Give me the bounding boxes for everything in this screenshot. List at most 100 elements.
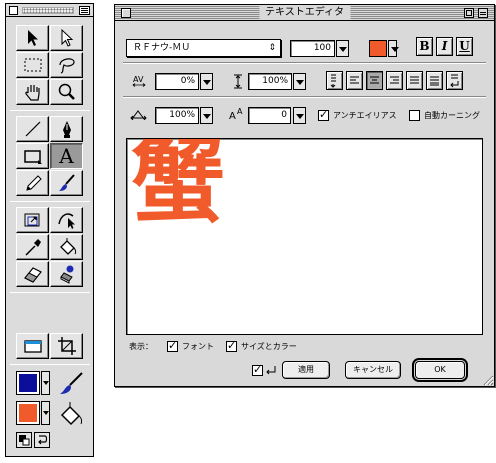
baseline-shift-icon: AA	[229, 107, 243, 121]
canvas-size-tool[interactable]	[16, 333, 49, 359]
close-box[interactable]	[121, 8, 131, 18]
tracking-field[interactable]: 0%	[155, 73, 199, 90]
text-color-swatch[interactable]	[369, 40, 387, 57]
text-tool[interactable]: A	[50, 143, 83, 169]
paint-bucket-icon	[60, 402, 83, 426]
stamp-tool[interactable]	[50, 261, 83, 287]
ok-button[interactable]: OK	[415, 361, 465, 379]
fill-color-dropdown[interactable]	[41, 371, 50, 395]
tracking-icon: AV	[132, 75, 146, 87]
auto-kerning-checkbox[interactable]	[409, 110, 420, 121]
leading-icon	[234, 74, 242, 89]
default-colors-button[interactable]	[16, 432, 32, 448]
toolbox-close-box[interactable]	[9, 6, 18, 15]
reshape-icon	[57, 213, 75, 229]
scale-field[interactable]: 100%	[155, 107, 199, 124]
vertical-text-button[interactable]	[326, 71, 343, 90]
toolbox-divider	[10, 292, 90, 293]
pencil-icon	[25, 175, 42, 191]
antialias-checkbox[interactable]	[318, 108, 329, 121]
svg-text:A: A	[237, 107, 243, 116]
rectangle-tool[interactable]	[16, 143, 49, 169]
eyedropper-icon	[24, 239, 41, 256]
eraser-tool[interactable]	[16, 261, 49, 287]
selection-arrow-icon	[27, 30, 38, 46]
direct-select-tool[interactable]	[50, 25, 83, 51]
stroke-color-dropdown[interactable]	[41, 401, 50, 425]
fill-color-swatch[interactable]	[16, 371, 40, 395]
justify-all-button[interactable]	[426, 71, 443, 90]
font-preview-checkbox[interactable]	[167, 339, 178, 352]
auto-kerning-label: 自動カーニング	[424, 111, 480, 120]
size-color-checkbox[interactable]	[226, 339, 237, 352]
text-color-dropdown[interactable]	[388, 40, 399, 57]
stroke-color-swatch[interactable]	[16, 401, 40, 425]
window-shade-box[interactable]	[478, 8, 488, 18]
zoom-icon	[58, 83, 75, 100]
baseline-dropdown[interactable]	[293, 107, 306, 124]
lasso-tool[interactable]	[50, 52, 83, 78]
paint-bucket-icon	[59, 238, 76, 255]
font-size-field[interactable]: 100	[290, 40, 335, 57]
align-right-button[interactable]	[386, 71, 403, 90]
pen-tool[interactable]	[50, 116, 83, 142]
vertical-text-icon	[330, 74, 336, 88]
eraser-icon	[23, 267, 42, 283]
transform-tool[interactable]	[16, 207, 49, 233]
justify-button[interactable]	[406, 71, 423, 90]
font-size-dropdown[interactable]	[336, 40, 349, 57]
zoom-box[interactable]	[464, 8, 474, 18]
toolbox-drag-grip[interactable]	[22, 7, 74, 14]
text-content-area[interactable]: 蟹	[126, 138, 483, 335]
font-popup[interactable]: ＲＦナウ-ＭＵ ⇕	[126, 39, 281, 57]
crop-tool[interactable]	[50, 333, 83, 359]
zoom-tool[interactable]	[50, 79, 83, 105]
toolbox-menu-button[interactable]	[79, 6, 90, 15]
leading-dropdown[interactable]	[293, 73, 306, 90]
bold-button[interactable]: B	[416, 37, 433, 56]
cancel-button[interactable]: キャンセル	[345, 361, 401, 379]
transform-icon	[24, 213, 39, 227]
align-left-button[interactable]	[346, 71, 363, 90]
antialias-label: アンチエイリアス	[333, 111, 397, 120]
reshape-tool[interactable]	[50, 207, 83, 233]
baseline-field[interactable]: 0	[248, 107, 291, 124]
align-center-button[interactable]	[366, 71, 383, 90]
return-checkbox[interactable]	[252, 363, 263, 376]
justify-all-icon	[430, 76, 439, 86]
leading-field[interactable]: 100%	[248, 73, 292, 90]
selection-arrow-tool[interactable]	[16, 25, 49, 51]
swap-colors-button[interactable]	[34, 432, 50, 448]
text-tool-icon: A	[59, 144, 74, 168]
swap-arrow-icon	[38, 435, 48, 445]
align-left-icon	[350, 76, 359, 84]
text-orientation-button[interactable]	[446, 71, 463, 90]
marquee-tool[interactable]	[16, 52, 49, 78]
text-content: 蟹	[131, 138, 226, 236]
brush-icon	[58, 174, 75, 191]
hand-tool[interactable]	[16, 79, 49, 105]
resize-grip-icon[interactable]	[481, 373, 494, 386]
toolbox-title-bar[interactable]	[6, 4, 93, 17]
paint-bucket-tool[interactable]	[50, 234, 83, 260]
direct-select-arrow-icon	[61, 28, 73, 47]
pencil-tool[interactable]	[16, 170, 49, 196]
return-arrow-icon	[266, 366, 276, 375]
lasso-icon	[58, 58, 75, 74]
panel-divider	[123, 62, 486, 64]
fill-color-row	[16, 371, 91, 399]
scale-dropdown[interactable]	[200, 107, 213, 124]
tracking-dropdown[interactable]	[200, 73, 213, 90]
hand-icon	[24, 85, 40, 101]
stroke-color-row	[16, 401, 91, 429]
underline-button[interactable]: U	[456, 37, 473, 56]
eyedropper-tool[interactable]	[16, 234, 49, 260]
line-tool[interactable]	[16, 116, 49, 142]
italic-button[interactable]: I	[436, 37, 453, 56]
toolbox-divider	[10, 110, 90, 111]
font-name: ＲＦナウ-ＭＵ	[133, 43, 191, 53]
text-editor-title-bar[interactable]: テキストエディタ	[115, 5, 494, 21]
horizontal-scale-icon	[130, 110, 147, 120]
apply-button[interactable]: 適用	[282, 361, 330, 379]
brush-tool[interactable]	[50, 170, 83, 196]
